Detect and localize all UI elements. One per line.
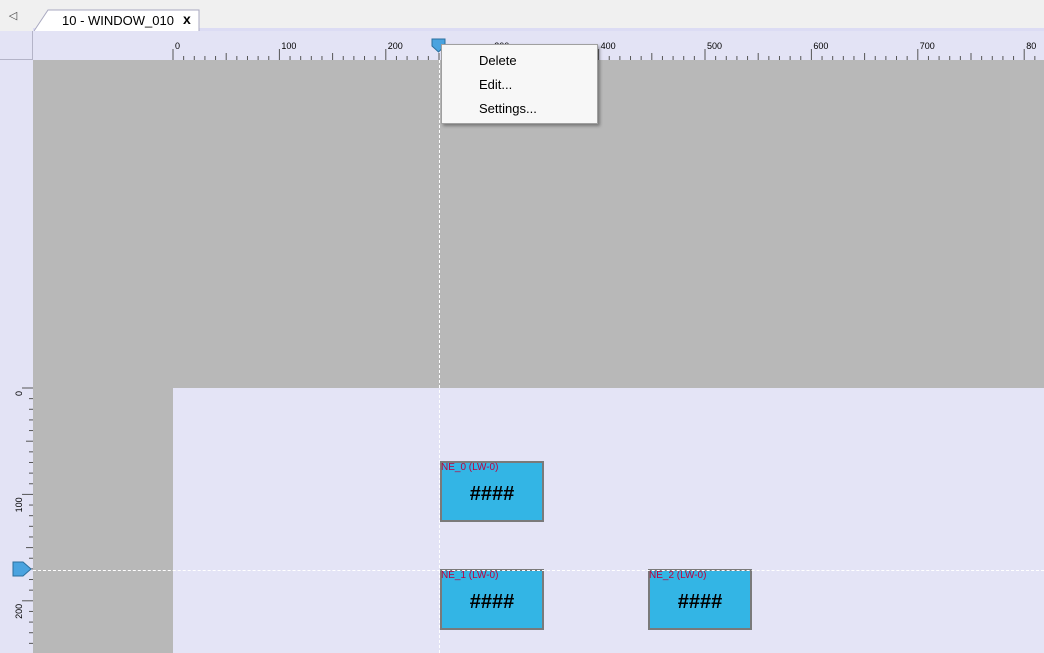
ruler-label: 100 [281, 41, 296, 51]
horizontal-guide-line[interactable] [33, 570, 1044, 571]
ruler-label: 400 [601, 41, 616, 51]
tab-bar: ◁ 10 - WINDOW_010 x [0, 0, 1044, 31]
numeric-object-2[interactable]: NE_2 (LW-0) #### [648, 569, 752, 630]
ruler-label: 80 [1026, 41, 1036, 51]
ruler-label: 0 [175, 41, 180, 51]
ruler-label: 600 [813, 41, 828, 51]
numeric-object-0[interactable]: NE_0 (LW-0) #### [440, 461, 544, 522]
vertical-guide-marker[interactable] [12, 561, 32, 577]
ruler-label: 0 [14, 391, 24, 396]
window-area[interactable] [173, 388, 1044, 653]
menu-item-delete[interactable]: Delete [479, 53, 517, 68]
object-value: #### [677, 591, 723, 613]
scroll-left-icon[interactable]: ◁ [6, 8, 20, 24]
editor-canvas[interactable]: NE_0 (LW-0) #### NE_1 (LW-0) #### NE_2 (… [33, 60, 1044, 653]
close-tab-icon[interactable]: x [183, 11, 191, 27]
tab-window-010[interactable]: 10 - WINDOW_010 x [34, 9, 200, 31]
object-label: NE_0 (LW-0) [441, 462, 499, 473]
vertical-guide-line[interactable] [439, 60, 440, 653]
ruler-label: 200 [14, 604, 24, 619]
tab-title: 10 - WINDOW_010 [62, 13, 174, 28]
menu-item-settings[interactable]: Settings... [479, 101, 537, 116]
numeric-object-1[interactable]: NE_1 (LW-0) #### [440, 569, 544, 630]
ruler-corner [0, 31, 33, 60]
ruler-label: 100 [14, 497, 24, 512]
object-value: #### [469, 483, 515, 505]
ruler-label: 200 [388, 41, 403, 51]
ruler-label: 700 [920, 41, 935, 51]
context-menu: Delete Edit... Settings... [441, 44, 598, 124]
object-label: NE_1 (LW-0) [441, 570, 499, 581]
object-label: NE_2 (LW-0) [649, 570, 707, 581]
ruler-label: 500 [707, 41, 722, 51]
menu-item-edit[interactable]: Edit... [479, 77, 512, 92]
object-value: #### [469, 591, 515, 613]
